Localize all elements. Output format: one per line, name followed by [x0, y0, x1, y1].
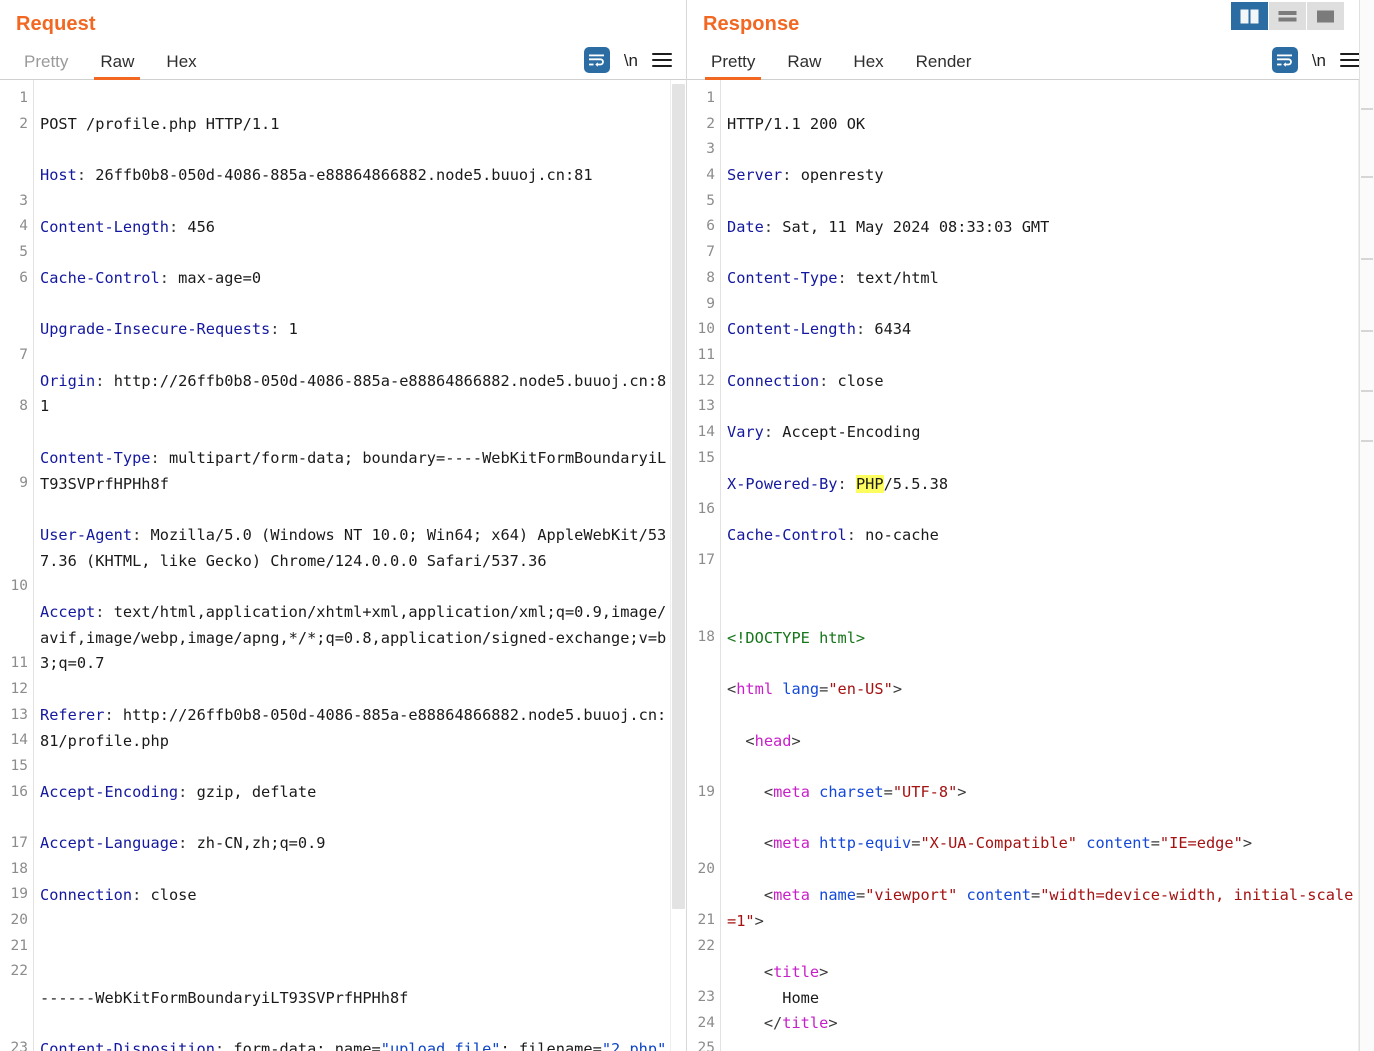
tab-request-raw[interactable]: Raw — [84, 53, 150, 80]
response-panel: Response Pretty Raw Hex Render \n 1 2 3 … — [687, 0, 1374, 1051]
request-line-11: Accept-Encoding: gzip, deflate — [40, 782, 317, 801]
response-code-text[interactable]: HTTP/1.1 200 OK Server: openresty Date: … — [721, 80, 1358, 1051]
response-line-4: Content-Type: text/html — [727, 268, 939, 287]
response-line-1: HTTP/1.1 200 OK — [727, 114, 866, 133]
request-line-12: Accept-Language: zh-CN,zh;q=0.9 — [40, 834, 326, 853]
request-panel: Request Pretty Raw Hex \n 1 2 3 4 5 6 7 … — [0, 0, 687, 1051]
request-line-6: Origin: http://26ffb0b8-050d-4086-885a-e… — [40, 371, 667, 416]
hamburger-menu-icon[interactable] — [652, 53, 672, 67]
response-code-wrap: 12345 6 7 8 9 10 11 12 13 14 15 16 17 18 19 20… — [687, 80, 1374, 1051]
request-panel-title: Request — [16, 13, 96, 35]
request-line-15: ------WebKitFormBoundaryiLT93SVPrfHPHh8f — [40, 988, 409, 1007]
word-wrap-icon[interactable] — [583, 47, 610, 73]
request-line-2: Host: 26ffb0b8-050d-4086-885a-e888648668… — [40, 166, 593, 185]
request-line-7: Content-Type: multipart/form-data; bound… — [40, 448, 667, 493]
request-line-8: User-Agent: Mozilla/5.0 (Windows NT 10.0… — [40, 525, 667, 570]
response-line-9: Cache-Control: no-cache — [727, 525, 939, 544]
request-line-numbers: 1 2 3 4 5 6 7 8 9 10 11 12 13 14 15 16 1 — [0, 80, 34, 1051]
burp-repeater-view: Request Pretty Raw Hex \n 1 2 3 4 5 6 7 … — [0, 0, 1374, 1051]
tab-response-raw[interactable]: Raw — [771, 53, 837, 79]
request-scroll-thumb[interactable] — [672, 84, 685, 909]
request-tab-tools: \n — [583, 47, 686, 79]
search-match-minimap[interactable] — [1359, 0, 1374, 1051]
response-line-7: Vary: Accept-Encoding — [727, 423, 921, 442]
layout-toggle-group — [1231, 2, 1344, 30]
hamburger-menu-icon[interactable] — [1340, 53, 1360, 67]
tab-response-pretty[interactable]: Pretty — [695, 53, 771, 80]
search-match-highlight: PHP — [855, 474, 884, 493]
word-wrap-icon[interactable] — [1271, 47, 1298, 73]
request-code-wrap: 1 2 3 4 5 6 7 8 9 10 11 12 13 14 15 16 1 — [0, 80, 686, 1051]
layout-stacked-button[interactable] — [1269, 2, 1307, 30]
request-line-5: Upgrade-Insecure-Requests: 1 — [40, 320, 298, 339]
request-vertical-scrollbar[interactable] — [670, 80, 686, 1051]
response-line-11: <!DOCTYPE html> — [727, 628, 866, 647]
request-code-text[interactable]: POST /profile.php HTTP/1.1 Host: 26ffb0b… — [34, 80, 670, 1051]
request-line-1: POST /profile.php HTTP/1.1 — [40, 114, 280, 133]
response-line-8: X-Powered-By: PHP/5.5.38 — [727, 474, 949, 493]
request-line-4: Cache-Control: max-age=0 — [40, 268, 262, 287]
tab-request-hex[interactable]: Hex — [150, 53, 212, 79]
response-line-5: Content-Length: 6434 — [727, 320, 912, 339]
response-tabbar: Pretty Raw Hex Render \n — [687, 40, 1374, 80]
request-line-16: Content-Disposition: form-data; name="up… — [40, 1040, 667, 1051]
request-line-9: Accept: text/html,application/xhtml+xml,… — [40, 603, 667, 673]
request-tabbar: Pretty Raw Hex \n — [0, 40, 686, 80]
layout-single-pane-button[interactable] — [1307, 2, 1344, 30]
response-line-10 — [727, 574, 1358, 600]
newline-toggle[interactable]: \n — [1312, 52, 1326, 69]
request-code-area[interactable]: 1 2 3 4 5 6 7 8 9 10 11 12 13 14 15 16 1 — [0, 80, 670, 1051]
response-code-area[interactable]: 12345 6 7 8 9 10 11 12 13 14 15 16 17 18 19 20… — [687, 80, 1358, 1051]
request-line-3: Content-Length: 456 — [40, 217, 215, 236]
response-line-2: Server: openresty — [727, 166, 884, 185]
tab-response-render[interactable]: Render — [900, 53, 988, 79]
tab-response-hex[interactable]: Hex — [837, 53, 899, 79]
response-line-16: <meta name="viewport" content="width=dev… — [727, 885, 1354, 930]
tab-request-pretty[interactable]: Pretty — [8, 53, 84, 79]
response-line-3: Date: Sat, 11 May 2024 08:33:03 GMT — [727, 217, 1050, 236]
response-line-12: <html lang="en-US"> — [727, 680, 903, 699]
request-line-10: Referer: http://26ffb0b8-050d-4086-885a-… — [40, 705, 667, 750]
request-line-13: Connection: close — [40, 885, 197, 904]
response-line-17: <title> Home </title> — [763, 962, 838, 1033]
request-line-14 — [40, 934, 670, 960]
response-line-6: Connection: close — [727, 371, 884, 390]
newline-toggle[interactable]: \n — [624, 52, 638, 69]
layout-side-by-side-button[interactable] — [1231, 2, 1269, 30]
response-line-15: <meta http-equiv="X-UA-Compatible" conte… — [763, 834, 1253, 853]
response-line-13: <head> — [745, 731, 801, 750]
response-line-14: <meta charset="UTF-8"> — [763, 782, 967, 801]
response-line-numbers: 12345 6 7 8 9 10 11 12 13 14 15 16 17 18 19 20… — [687, 80, 721, 1051]
